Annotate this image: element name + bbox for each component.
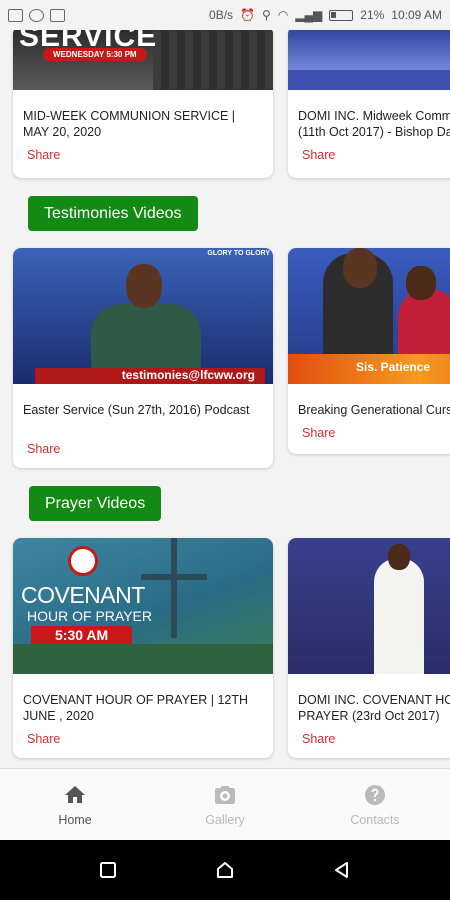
thumbnail-banner: testimonies@lfcww.org: [35, 368, 265, 384]
share-link[interactable]: Share: [13, 142, 273, 168]
thumbnail-name: Sis. Patience: [356, 360, 431, 374]
section-button-prayer[interactable]: Prayer Videos: [29, 486, 162, 521]
nav-item-home[interactable]: Home: [0, 769, 150, 840]
video-thumbnail[interactable]: SERVICE WEDNESDAY 5:30 PM: [13, 30, 273, 90]
network-speed: 0B/s: [209, 8, 234, 22]
wifi-icon: ◠: [277, 8, 289, 22]
location-icon: ⚲: [262, 8, 271, 22]
chart-notification-icon: [50, 8, 65, 22]
share-link[interactable]: Share: [288, 726, 450, 752]
nav-label-contacts: Contacts: [350, 812, 400, 827]
thumbnail-subheading: HOUR OF PRAYER: [27, 608, 152, 624]
video-thumbnail[interactable]: Sis. Patience: [288, 248, 450, 384]
status-bar: 0B/s ⏰ ⚲ ◠ ▂▄▆ 21% 10:09 AM: [0, 0, 450, 30]
help-icon: [365, 784, 385, 805]
share-link[interactable]: Share: [288, 142, 450, 168]
video-list[interactable]: SERVICE WEDNESDAY 5:30 PM MID-WEEK COMMU…: [0, 30, 450, 768]
battery-icon: [329, 9, 354, 21]
video-title: MID-WEEK COMMUNION SERVICE | MAY 20, 202…: [23, 109, 236, 139]
recents-icon[interactable]: [98, 860, 118, 880]
home-system-icon[interactable]: [215, 860, 235, 880]
clock: 10:09 AM: [391, 8, 442, 22]
system-navigation-bar: [0, 840, 450, 900]
nav-item-contacts[interactable]: Contacts: [300, 769, 450, 840]
share-link[interactable]: Share: [13, 436, 273, 462]
thumbnail-time: 5:30 AM: [31, 626, 133, 644]
video-card[interactable]: GLORY TO GLORY testimonies@lfcww.org Eas…: [13, 248, 273, 468]
video-thumbnail[interactable]: [288, 30, 450, 90]
video-row-testimonies: GLORY TO GLORY testimonies@lfcww.org Eas…: [0, 248, 450, 478]
video-title: DOMI INC. COVENANT HOUR OF PRAYER (23rd …: [298, 693, 450, 723]
video-thumbnail[interactable]: COVENANT HOUR OF PRAYER 5:30 AM: [13, 538, 273, 674]
alarm-icon: ⏰: [240, 8, 256, 22]
thumbnail-heading: COVENANT: [21, 582, 145, 608]
video-row-prayer: COVENANT HOUR OF PRAYER 5:30 AM COVENANT…: [0, 538, 450, 768]
video-card[interactable]: COVENANT HOUR OF PRAYER 5:30 AM COVENANT…: [13, 538, 273, 758]
camera-icon: [215, 785, 235, 804]
video-thumbnail[interactable]: GLORY TO GLORY testimonies@lfcww.org: [13, 248, 273, 384]
share-link[interactable]: Share: [13, 726, 273, 752]
video-card[interactable]: DOMI INC. COVENANT HOUR OF PRAYER (23rd …: [288, 538, 450, 758]
video-card[interactable]: SERVICE WEDNESDAY 5:30 PM MID-WEEK COMMU…: [13, 30, 273, 178]
nav-label-gallery: Gallery: [205, 812, 245, 827]
chat-notification-icon: [29, 8, 44, 22]
bottom-navigation: Home Gallery Contacts: [0, 768, 450, 840]
signal-icon: ▂▄▆: [295, 8, 323, 22]
home-icon: [65, 785, 85, 803]
share-link[interactable]: Share: [288, 420, 450, 446]
back-icon[interactable]: [332, 860, 352, 880]
battery-percent: 21%: [360, 8, 385, 22]
gallery-notification-icon: [8, 8, 23, 22]
video-title: DOMI INC. Midweek Communion Service (11t…: [298, 109, 450, 139]
nav-label-home: Home: [58, 812, 92, 827]
section-button-testimonies[interactable]: Testimonies Videos: [28, 196, 198, 231]
video-thumbnail[interactable]: [288, 538, 450, 674]
thumbnail-tag: WEDNESDAY 5:30 PM: [43, 48, 147, 61]
thumbnail-corner-text: GLORY TO GLORY: [207, 250, 270, 257]
nav-item-gallery[interactable]: Gallery: [150, 769, 300, 840]
video-title: Easter Service (Sun 27th, 2016) Podcast: [23, 403, 250, 417]
church-logo-icon: [68, 546, 98, 576]
video-card[interactable]: Sis. Patience Breaking Generational Curs…: [288, 248, 450, 454]
video-title: COVENANT HOUR OF PRAYER | 12TH JUNE , 20…: [23, 693, 249, 723]
video-card[interactable]: DOMI INC. Midweek Communion Service (11t…: [288, 30, 450, 178]
video-title: Breaking Generational Curses: [298, 403, 450, 417]
